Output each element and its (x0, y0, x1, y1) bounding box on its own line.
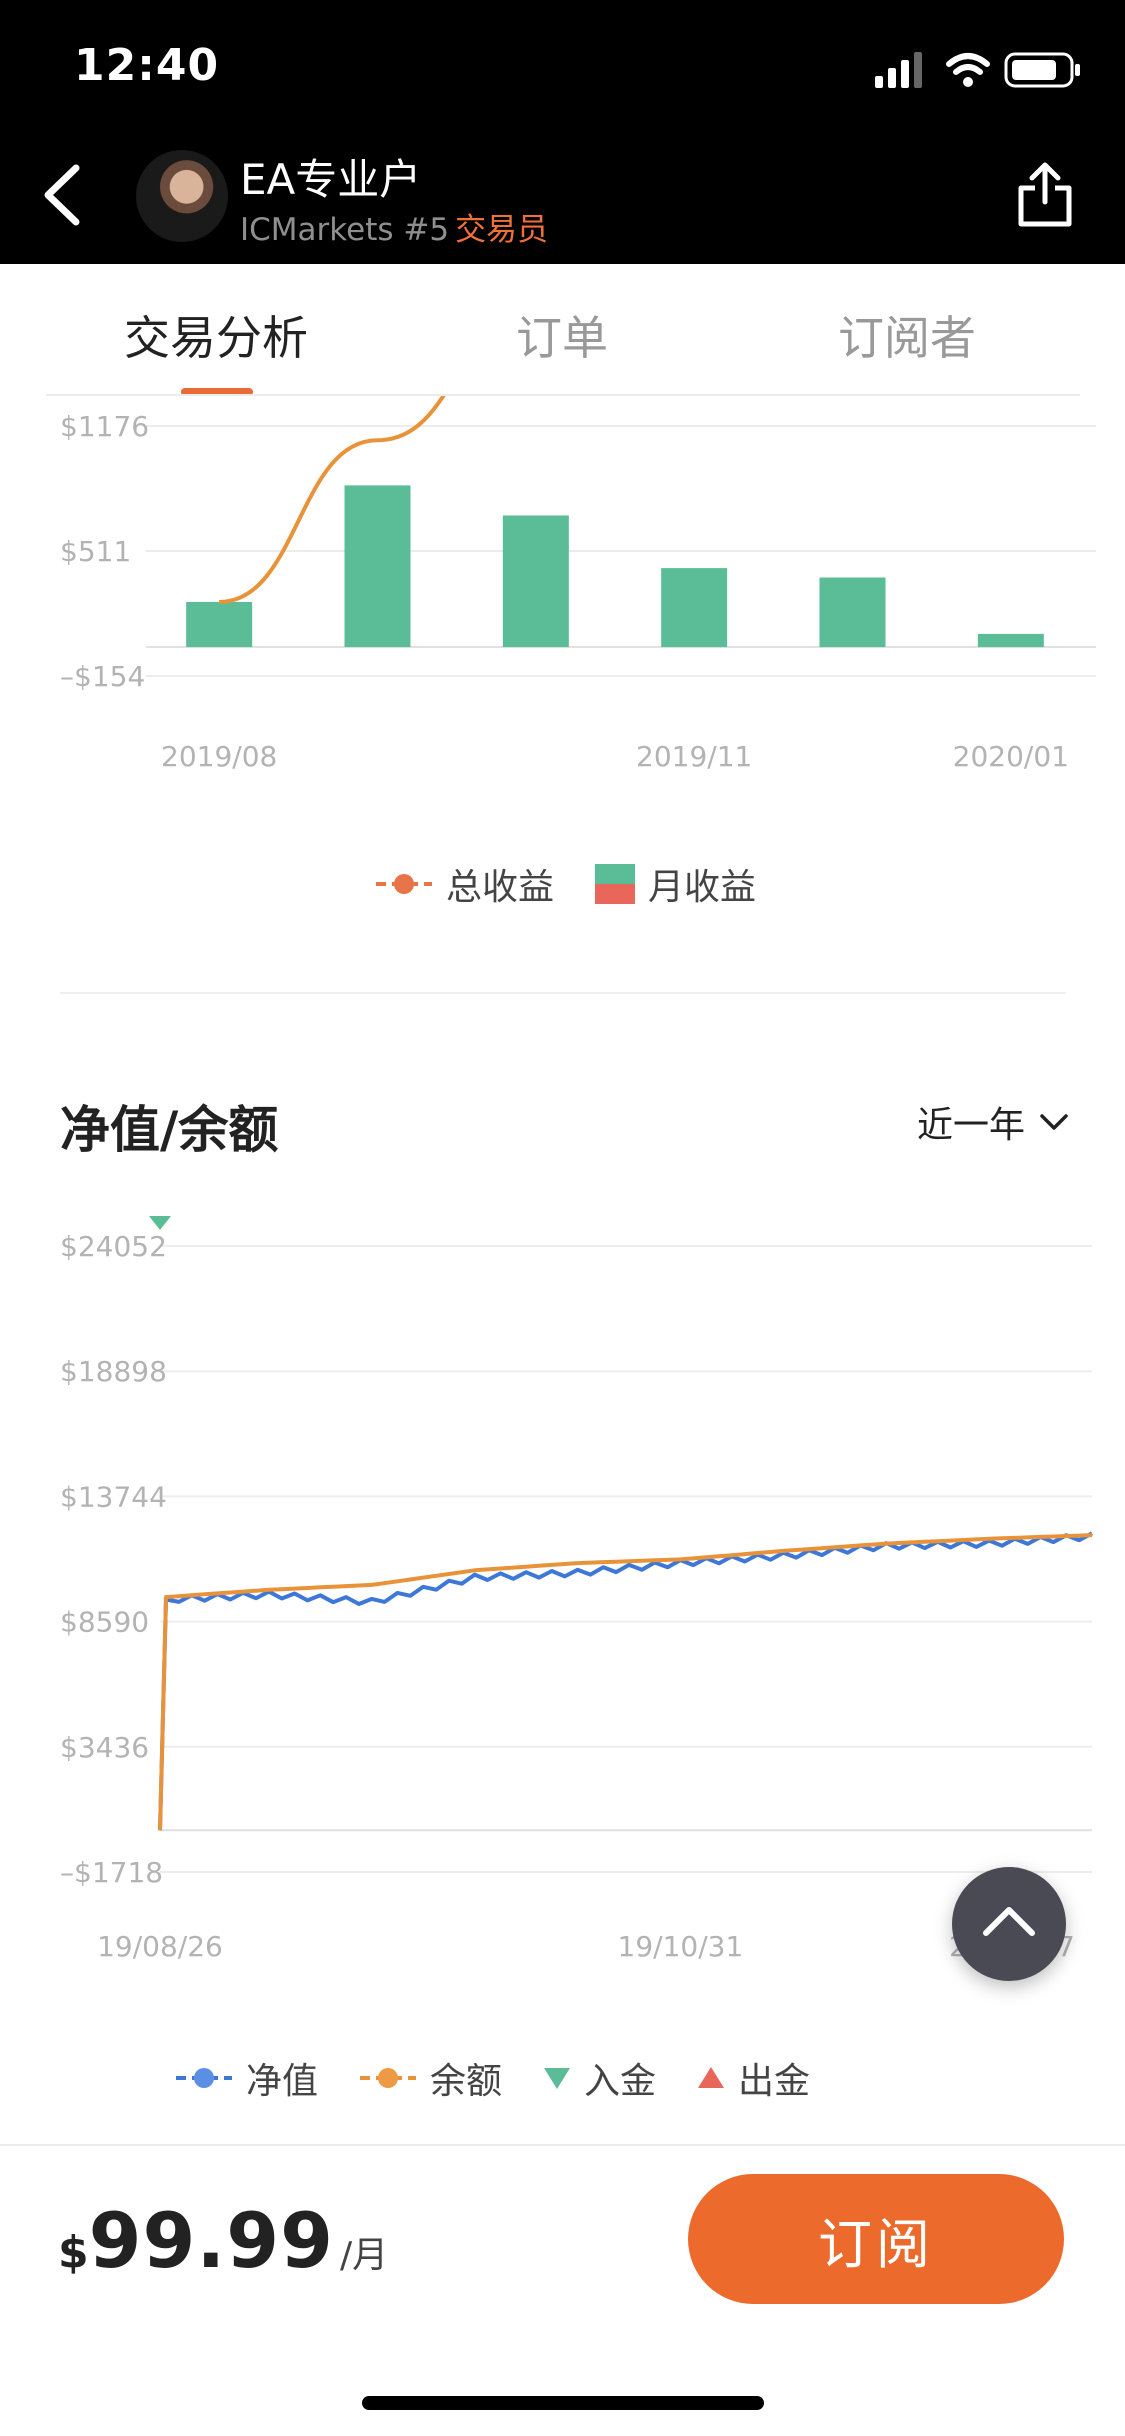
back-chevron-icon[interactable] (36, 160, 96, 230)
scroll-to-top-button[interactable] (952, 1867, 1066, 1981)
tab-subscribers[interactable]: 订阅者 (838, 302, 976, 368)
y-tick-label: $13744 (60, 1480, 167, 1513)
y-tick-label: –$1718 (60, 1856, 163, 1889)
range-select[interactable]: 近一年 (917, 1096, 1069, 1148)
deposit-marker (149, 1216, 171, 1230)
status-icons (875, 52, 1080, 88)
legend-label: 月收益 (648, 867, 757, 908)
y-tick-label: –$154 (60, 660, 145, 693)
status-time: 12:40 (74, 40, 220, 91)
price-currency: $ (58, 2227, 89, 2278)
y-tick-label: $18898 (60, 1355, 167, 1388)
legend-line-dot-icon (360, 2068, 417, 2088)
wifi-icon (946, 53, 990, 87)
legend-item-monthly-profit: 月收益 (594, 858, 756, 910)
price-unit: /月 (340, 2235, 389, 2276)
price: $ 99.99 /月 (58, 2196, 388, 2285)
profit-chart: $1176 $511 –$154 2019/08 2019/11 2020/01 (60, 396, 1096, 773)
tab-trade-analysis[interactable]: 交易分析 (124, 302, 308, 368)
x-tick-label: 2020/01 (953, 740, 1069, 773)
bar (502, 515, 569, 648)
equity-line (158, 1531, 1093, 1831)
triangle-up-icon (698, 2067, 725, 2088)
y-tick-label: $8590 (60, 1606, 149, 1639)
triangle-down-icon (544, 2068, 571, 2089)
balance-line (158, 1533, 1093, 1831)
home-indicator (362, 2396, 764, 2410)
bar (186, 601, 253, 648)
legend-item-equity: 净值 (174, 2052, 318, 2104)
bar (344, 485, 411, 648)
broker-label: ICMarkets #5 (240, 212, 450, 248)
battery-icon (1004, 52, 1080, 88)
bar (661, 568, 728, 648)
share-icon[interactable] (1015, 160, 1075, 230)
chevron-down-icon (1040, 1114, 1068, 1130)
x-tick-label: 19/08/26 (97, 1930, 223, 1963)
legend-label: 入金 (584, 2061, 657, 2102)
legend-item-total-profit: 总收益 (374, 858, 554, 910)
legend-item-withdrawal: 出金 (696, 2052, 810, 2104)
y-tick-label: $24052 (60, 1230, 167, 1263)
y-tick-label: $511 (60, 535, 131, 568)
legend-label: 净值 (246, 2061, 319, 2102)
bar (819, 577, 886, 648)
legend-line-dot-icon (376, 874, 432, 894)
tab-bar: 交易分析 订单 订阅者 (0, 264, 1125, 396)
legend-item-balance: 余额 (358, 2052, 502, 2104)
chevron-up-icon (983, 1907, 1035, 1936)
cellular-signal-icon (875, 52, 922, 88)
section-title: 净值/余额 (60, 1101, 279, 1159)
top-bar: 12:40 EA专业户 ICMarkets #5 交易员 (0, 0, 1125, 264)
legend-item-deposit: 入金 (542, 2052, 656, 2104)
legend-label: 总收益 (446, 867, 555, 908)
legend-line-dot-icon (176, 2068, 232, 2088)
profit-legend: 总收益 月收益 (374, 858, 796, 910)
bar (977, 633, 1044, 648)
legend-label: 余额 (430, 2061, 503, 2102)
y-tick-label: $3436 (60, 1731, 149, 1764)
legend-label: 出金 (738, 2061, 811, 2102)
role-label: 交易员 (455, 212, 549, 248)
price-amount: 99.99 (88, 2196, 335, 2285)
x-tick-label: 2019/11 (636, 740, 752, 773)
x-tick-label: 19/10/31 (618, 1930, 744, 1963)
tab-orders[interactable]: 订单 (516, 302, 608, 368)
x-tick-label: 2019/08 (161, 740, 277, 773)
y-tick-label: $1176 (60, 410, 149, 443)
legend-split-square-icon (595, 864, 636, 904)
account-subtitle: ICMarkets #5 交易员 (240, 204, 548, 249)
range-select-label: 近一年 (916, 1105, 1025, 1146)
equity-legend: 净值 余额 入金 出金 (174, 2052, 850, 2104)
avatar[interactable] (136, 150, 228, 242)
section-divider (60, 992, 1066, 994)
subscribe-button[interactable]: 订阅 (688, 2174, 1064, 2304)
account-name: EA专业户 (240, 155, 422, 204)
